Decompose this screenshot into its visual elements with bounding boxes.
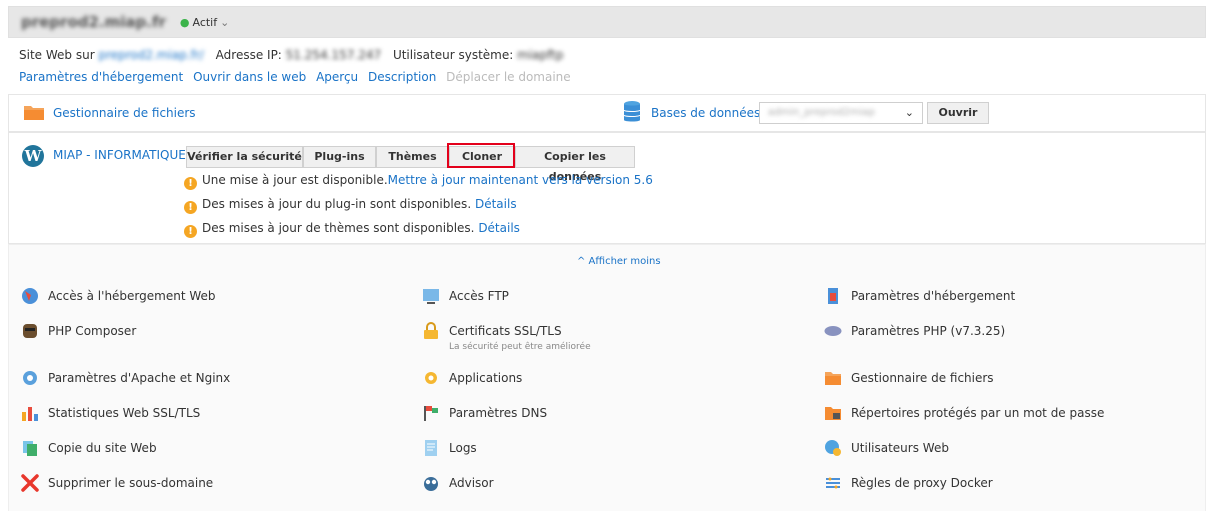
site-link[interactable]: preprod2.miap.fr/ [98, 48, 203, 62]
web-users-icon [825, 440, 841, 456]
ftp-icon [423, 289, 439, 304]
tool-label: Applications [449, 371, 523, 385]
tool-label: Accès FTP [449, 289, 509, 303]
tool-label: Règles de proxy Docker [851, 476, 993, 490]
database-select-value: admin_preprod2miap [768, 107, 875, 118]
theme-update-notice: ! Des mises à jour de thèmes sont disponi… [184, 221, 520, 238]
hosting-settings-link[interactable]: Paramètres d'hébergement [19, 70, 183, 84]
site-label: Site Web sur [19, 48, 95, 62]
plugin-details-link[interactable]: Détails [475, 197, 517, 211]
php-icon [824, 326, 842, 336]
database-select[interactable]: admin_preprod2miap ⌄ [759, 102, 923, 124]
php-composer-icon [23, 324, 37, 338]
tools-grid: ^ Afficher moins Accès à l'hébergement W… [8, 244, 1206, 511]
tool-label: Gestionnaire de fichiers [851, 371, 994, 385]
tool-label: Copie du site Web [48, 441, 157, 455]
tool-label: Logs [449, 441, 477, 455]
tool-label: Statistiques Web SSL/TLS [48, 406, 201, 420]
hosting-settings-icon [828, 288, 838, 304]
wordpress-icon: W [22, 145, 44, 167]
open-in-web-link[interactable]: Ouvrir dans le web [193, 70, 306, 84]
folder-icon [825, 372, 841, 385]
update-now-link[interactable]: Mettre à jour maintenant vers la version… [388, 173, 653, 187]
ip-label: Adresse IP: [215, 48, 282, 62]
update-notice: ! Une mise à jour est disponible.Mettre à… [184, 173, 653, 190]
copy-site-icon [23, 441, 37, 456]
docker-proxy-icon [826, 477, 840, 489]
warning-icon: ! [184, 201, 197, 214]
status-dropdown[interactable]: ● Actif ⌄ [180, 16, 229, 29]
preview-link[interactable]: Aperçu [316, 70, 358, 84]
ssl-subtext: La sécurité peut être améliorée [449, 342, 591, 352]
clone-highlight-box [447, 143, 515, 168]
domain-info: Site Web sur preprod2.miap.fr/ Adresse I… [19, 48, 563, 62]
copy-data-button[interactable]: Copier les données [515, 146, 635, 183]
notice-text: Une mise à jour est disponible. [202, 173, 388, 187]
files-db-row: Gestionnaire de fichiers Bases de donnée… [8, 94, 1206, 132]
tool-label: Paramètres d'hébergement [851, 289, 1016, 303]
web-hosting-access-icon [22, 288, 38, 304]
tool-label: Paramètres PHP (v7.3.25) [851, 324, 1006, 338]
wordpress-row: W MIAP - INFORMATIQUE Vérifier la sécuri… [8, 132, 1206, 244]
tool-label: Certificats SSL/TLS [449, 324, 562, 338]
apache-nginx-icon [23, 371, 37, 385]
notice-text: Des mises à jour de thèmes sont disponib… [202, 221, 475, 235]
gear-icon [425, 372, 437, 384]
database-icon [623, 101, 641, 122]
notice-text: Des mises à jour du plug-in sont disponi… [202, 197, 472, 211]
user-label: Utilisateur système: [392, 48, 514, 62]
databases-link[interactable]: Bases de données [651, 106, 760, 120]
move-domain-link: Déplacer le domaine [446, 70, 571, 84]
chevron-down-icon: ⌄ [904, 106, 914, 119]
dns-flags-icon [424, 406, 438, 421]
log-file-icon [425, 440, 437, 456]
status-label: Actif [192, 15, 218, 29]
show-less-toggle[interactable]: ^ Afficher moins [577, 256, 661, 267]
tool-label: PHP Composer [48, 324, 137, 338]
wordpress-site-link[interactable]: MIAP - INFORMATIQUE [53, 148, 186, 162]
warning-icon: ! [184, 177, 197, 190]
tool-label: Accès à l'hébergement Web [48, 289, 216, 303]
delete-x-icon [21, 474, 39, 492]
description-link[interactable]: Description [368, 70, 436, 84]
ip-value: 51.254.157.247 [285, 48, 382, 62]
domain-header: preprod2.miap.fr ● Actif ⌄ [8, 6, 1206, 38]
plugin-update-notice: ! Des mises à jour du plug-in sont dispon… [184, 197, 517, 214]
tool-label: Supprimer le sous-domaine [48, 476, 214, 490]
tool-label: Advisor [449, 476, 494, 490]
user-value: miapftp [517, 48, 564, 62]
file-manager-link[interactable]: Gestionnaire de fichiers [53, 106, 196, 120]
advisor-owl-icon [424, 477, 438, 491]
chevron-down-icon: ⌄ [220, 15, 230, 29]
tool-label: Paramètres d'Apache et Nginx [48, 371, 231, 385]
check-security-button[interactable]: Vérifier la sécurité [186, 146, 303, 168]
tool-label: Répertoires protégés par un mot de passe [851, 406, 1105, 420]
domain-name[interactable]: preprod2.miap.fr [21, 13, 166, 31]
warning-icon: ! [184, 225, 197, 238]
open-database-button[interactable]: Ouvrir [927, 102, 989, 124]
themes-button[interactable]: Thèmes [376, 146, 449, 168]
lock-icon [424, 322, 438, 339]
tool-label: Utilisateurs Web [851, 441, 949, 455]
plugins-button[interactable]: Plug-ins [303, 146, 376, 168]
folder-icon [24, 106, 44, 120]
domain-actions: Paramètres d'hébergement Ouvrir dans le … [19, 70, 577, 84]
locked-folder-icon [825, 407, 841, 420]
theme-details-link[interactable]: Détails [478, 221, 520, 235]
stats-chart-icon [22, 407, 38, 421]
tool-label: Paramètres DNS [449, 406, 548, 420]
